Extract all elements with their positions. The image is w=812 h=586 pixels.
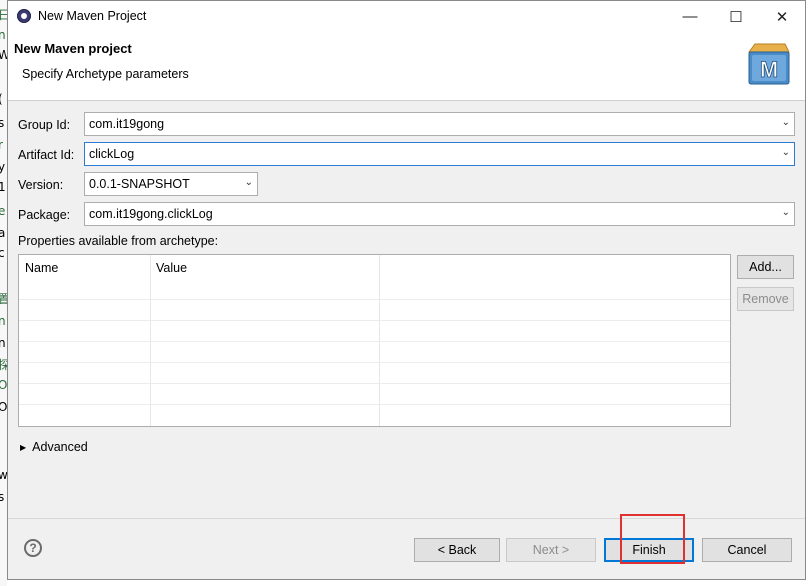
cancel-button[interactable]: Cancel <box>702 538 792 562</box>
maven-logo-icon: M <box>748 43 790 85</box>
chevron-down-icon[interactable]: ⌄ <box>782 207 790 218</box>
chevron-down-icon[interactable]: ⌄ <box>782 117 790 128</box>
group-id-combo[interactable]: com.it19gong ⌄ <box>84 112 795 136</box>
page-subtitle: Specify Archetype parameters <box>22 67 189 81</box>
new-maven-project-dialog: New Maven Project — ☐ ✕ New Maven projec… <box>7 0 806 580</box>
package-combo[interactable]: com.it19gong.clickLog ⌄ <box>84 202 795 226</box>
next-button[interactable]: Next > <box>506 538 596 562</box>
column-header-label: Name <box>25 261 59 275</box>
help-icon[interactable]: ? <box>24 539 42 557</box>
row-divider <box>19 341 730 342</box>
row-divider <box>19 299 730 300</box>
window-title: New Maven Project <box>38 9 147 23</box>
chevron-down-icon[interactable]: ⌄ <box>245 177 253 188</box>
expand-triangle-icon: ▶ <box>20 443 27 453</box>
row-divider <box>19 362 730 363</box>
svg-text:M: M <box>760 57 778 82</box>
maximize-button[interactable]: ☐ <box>713 1 759 32</box>
column-header-label: Value <box>156 261 188 275</box>
annotation-highlight-box <box>620 514 685 564</box>
eclipse-icon <box>17 9 31 23</box>
title-bar: New Maven Project — ☐ ✕ <box>8 1 805 32</box>
chevron-down-icon[interactable]: ⌄ <box>782 147 790 158</box>
properties-label: Properties available from archetype: <box>18 234 219 248</box>
row-divider <box>19 404 730 405</box>
column-header-value[interactable]: Value <box>150 255 379 277</box>
properties-table[interactable]: Name Value <box>18 254 731 427</box>
version-value: 0.0.1-SNAPSHOT <box>89 177 190 191</box>
version-combo[interactable]: 0.0.1-SNAPSHOT ⌄ <box>84 172 258 196</box>
minimize-button[interactable]: — <box>667 1 713 32</box>
artifact-id-combo[interactable]: clickLog ⌄ <box>84 142 795 166</box>
artifact-id-value: clickLog <box>89 147 135 161</box>
remove-property-button[interactable]: Remove <box>737 287 794 311</box>
background-app-strip: 日nW (sr y1e ac置 nn探 OOw s <box>0 0 7 586</box>
back-button[interactable]: < Back <box>414 538 500 562</box>
advanced-toggle[interactable]: ▶ Advanced <box>20 440 88 454</box>
group-id-value: com.it19gong <box>89 117 165 131</box>
column-header-name[interactable]: Name <box>19 255 150 277</box>
advanced-label: Advanced <box>32 440 88 454</box>
wizard-header: New Maven project Specify Archetype para… <box>8 32 805 101</box>
version-label: Version: <box>18 178 64 192</box>
add-property-button[interactable]: Add... <box>737 255 794 279</box>
artifact-id-label: Artifact Id: <box>18 148 75 162</box>
row-divider <box>19 320 730 321</box>
package-label: Package: <box>18 208 71 222</box>
row-divider <box>19 383 730 384</box>
page-title: New Maven project <box>14 41 132 56</box>
group-id-label: Group Id: <box>18 118 71 132</box>
close-button[interactable]: ✕ <box>759 1 805 32</box>
package-value: com.it19gong.clickLog <box>89 207 213 221</box>
